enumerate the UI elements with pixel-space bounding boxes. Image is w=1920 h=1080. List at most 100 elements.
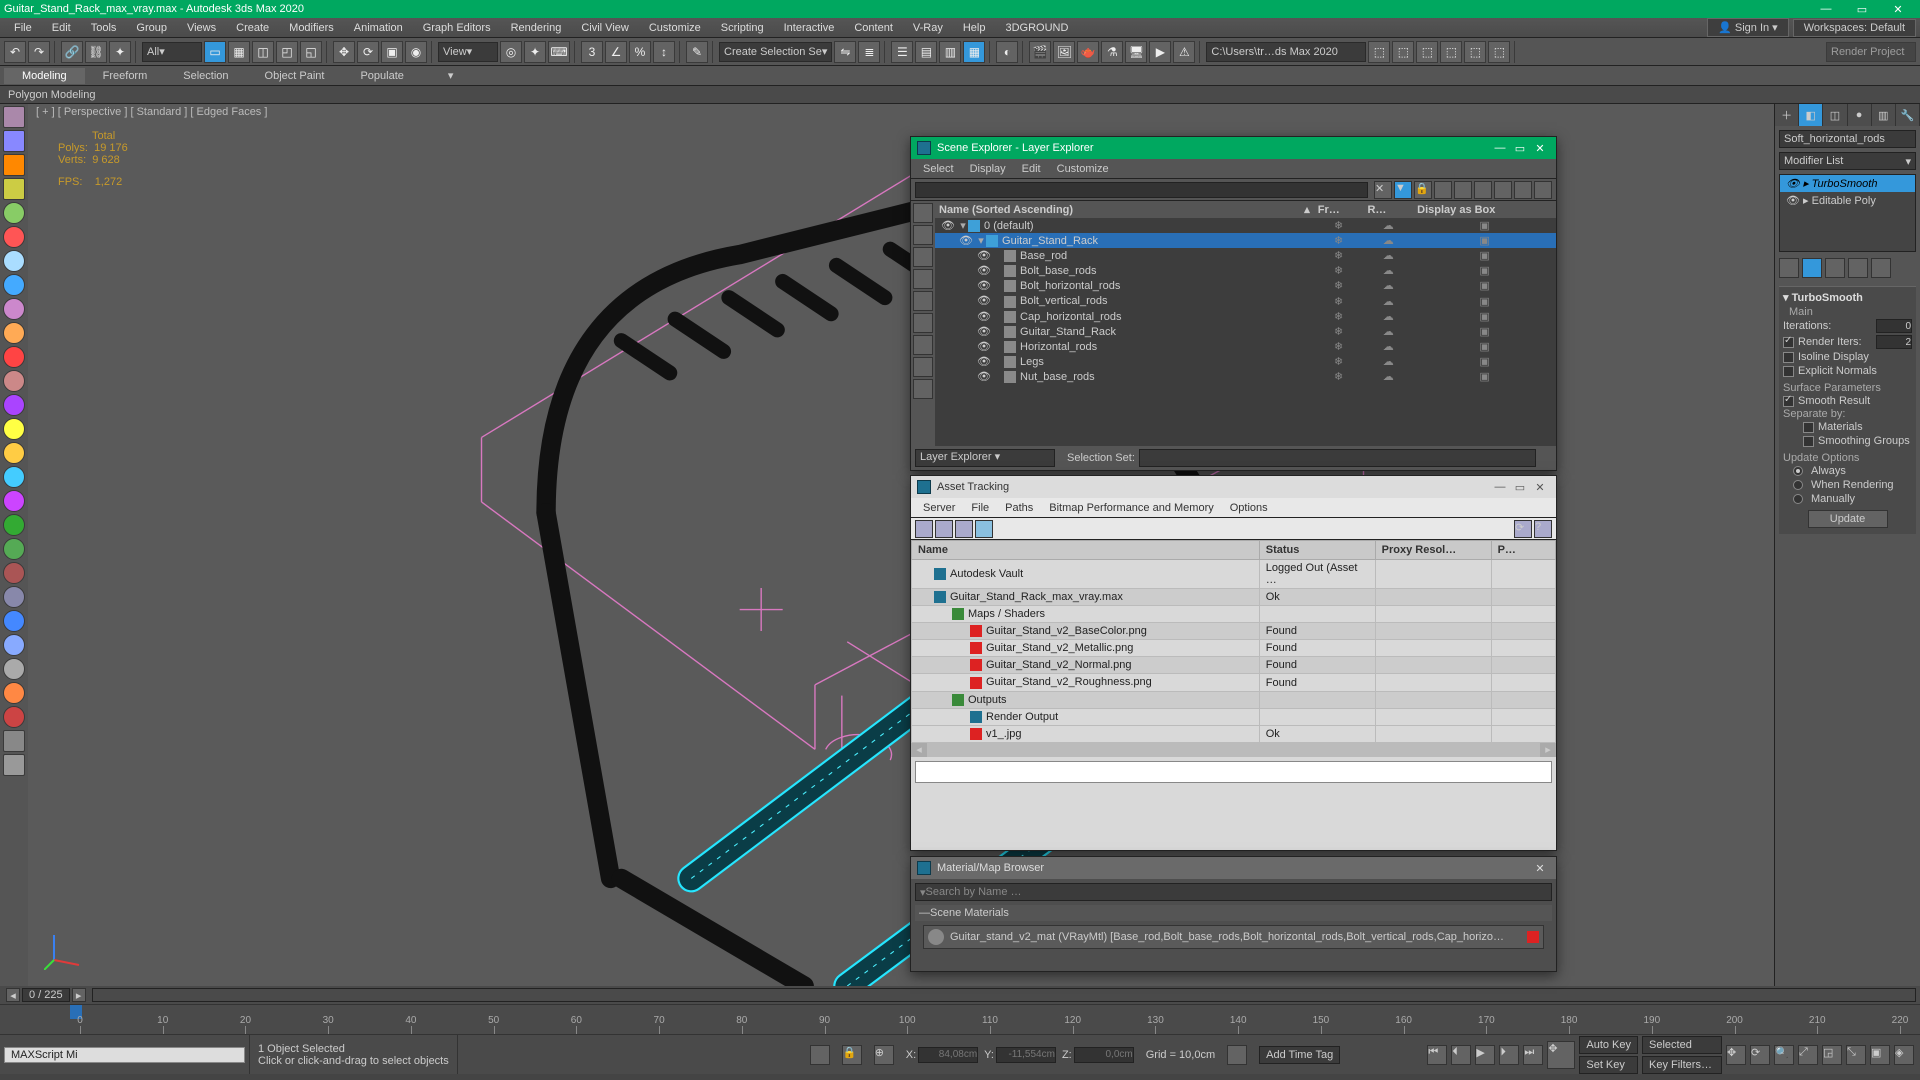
frame-next-button[interactable]: ▸ — [72, 988, 86, 1002]
kbd-button[interactable]: ⌨ — [548, 41, 570, 63]
frame-prev-button[interactable]: ◂ — [6, 988, 20, 1002]
se-col-fr[interactable]: Fr… — [1314, 201, 1364, 218]
at-menu-server[interactable]: Server — [915, 500, 963, 516]
se-row[interactable]: 👁 ▾0 (default)❄☁▣ — [935, 218, 1556, 233]
se-row[interactable]: 👁 Legs❄☁▣ — [935, 354, 1556, 369]
se-row[interactable]: 👁 Bolt_vertical_rods❄☁▣ — [935, 293, 1556, 308]
update-button[interactable]: Update — [1808, 510, 1888, 528]
frame-indicator[interactable]: 0 / 225 — [22, 988, 70, 1002]
modifier-list-drop[interactable]: Modifier List▾ — [1779, 152, 1916, 170]
se-layer-tb3[interactable] — [1474, 181, 1492, 199]
lvbar-btn-19[interactable] — [3, 562, 25, 584]
se-side-btn-0[interactable] — [913, 203, 933, 223]
at-row[interactable]: Render Output — [912, 708, 1556, 725]
pin-stack-button[interactable] — [1779, 258, 1799, 278]
menu-modifiers[interactable]: Modifiers — [279, 20, 344, 36]
goto-start-button[interactable]: ⏮ — [1427, 1045, 1447, 1065]
nav-min-max-button[interactable]: ▣ — [1870, 1045, 1890, 1065]
always-radio[interactable] — [1793, 466, 1803, 476]
vray-tb2[interactable]: ⬚ — [1392, 41, 1414, 63]
manip-button[interactable]: ✦ — [524, 41, 546, 63]
ang-snap-button[interactable]: ∠ — [605, 41, 627, 63]
iterations-field[interactable] — [1876, 319, 1912, 333]
se-col-name[interactable]: Name (Sorted Ascending) — [935, 201, 1283, 218]
se-layer-tb4[interactable] — [1494, 181, 1512, 199]
stack-item-turbosmooth[interactable]: 👁 ▸ TurboSmooth — [1780, 175, 1915, 192]
nav-zoom-button[interactable]: ⤢ — [1798, 1045, 1818, 1065]
workspace-selector[interactable]: Workspaces: Default — [1793, 19, 1916, 37]
se-side-btn-5[interactable] — [913, 313, 933, 333]
lvbar-btn-12[interactable] — [3, 394, 25, 416]
snap-toggle-button[interactable] — [1227, 1045, 1247, 1065]
mb-search[interactable]: ▾ Search by Name … — [915, 883, 1552, 901]
edit-ns-button[interactable]: ✎ — [686, 41, 708, 63]
lvbar-btn-27[interactable] — [3, 754, 25, 776]
lvbar-btn-24[interactable] — [3, 682, 25, 704]
se-layer-tb1[interactable] — [1434, 181, 1452, 199]
undo-button[interactable]: ↶ — [4, 41, 26, 63]
lvbar-btn-2[interactable] — [3, 154, 25, 176]
se-footer-label[interactable]: Layer Explorer ▾ — [915, 449, 1055, 467]
menu-tools[interactable]: Tools — [81, 20, 127, 36]
se-side-btn-7[interactable] — [913, 357, 933, 377]
nav-pan-button[interactable]: ✥ — [1726, 1045, 1746, 1065]
minimize-button[interactable]: — — [1808, 3, 1844, 15]
goto-end-button[interactable]: ⏭ — [1523, 1045, 1543, 1065]
at-menu-options[interactable]: Options — [1222, 500, 1276, 516]
lvbar-btn-7[interactable] — [3, 274, 25, 296]
lvbar-btn-23[interactable] — [3, 658, 25, 680]
smooth-chk[interactable] — [1783, 396, 1794, 407]
se-row[interactable]: 👁 Base_rod❄☁▣ — [935, 248, 1556, 263]
ribbon-object-paint[interactable]: Object Paint — [247, 68, 343, 84]
material-browser-panel[interactable]: Material/Map Browser ✕ ▾ Search by Name … — [910, 856, 1557, 972]
render-project-button[interactable]: Render Project — [1826, 42, 1916, 62]
at-row[interactable]: Autodesk VaultLogged Out (Asset … — [912, 560, 1556, 589]
menu-rendering[interactable]: Rendering — [501, 20, 572, 36]
whenrender-radio[interactable] — [1793, 480, 1803, 490]
at-row[interactable]: v1_.jpgOk — [912, 725, 1556, 742]
setkey-button[interactable]: Set Key — [1579, 1056, 1638, 1074]
play-button[interactable]: ▶ — [1475, 1045, 1495, 1065]
explicit-chk[interactable] — [1783, 366, 1794, 377]
menu-3dground[interactable]: 3DGROUND — [995, 20, 1078, 36]
lvbar-btn-25[interactable] — [3, 706, 25, 728]
lvbar-btn-26[interactable] — [3, 730, 25, 752]
at-row[interactable]: Guitar_Stand_v2_Normal.pngFound — [912, 657, 1556, 674]
at-row[interactable]: Guitar_Stand_Rack_max_vray.maxOk — [912, 589, 1556, 606]
at-titlebar[interactable]: Asset Tracking — ▭ ✕ — [911, 476, 1556, 498]
menu-civil-view[interactable]: Civil View — [571, 20, 638, 36]
menu-file[interactable]: File — [4, 20, 42, 36]
ribbon-modeling[interactable]: Modeling — [4, 68, 85, 84]
at-hscroll[interactable]: ◂▸ — [911, 743, 1556, 757]
x-field[interactable] — [918, 1047, 978, 1063]
menu-graph-editors[interactable]: Graph Editors — [413, 20, 501, 36]
lvbar-btn-11[interactable] — [3, 370, 25, 392]
layer-expl-button[interactable]: ☰ — [891, 41, 913, 63]
at-path-input[interactable] — [915, 761, 1552, 783]
signin-button[interactable]: 👤 Sign In ▾ — [1707, 18, 1789, 37]
se-row[interactable]: 👁 ▾Guitar_Stand_Rack❄☁▣ — [935, 233, 1556, 248]
tab-create[interactable]: ＋ — [1775, 104, 1799, 126]
se-menu-select[interactable]: Select — [915, 161, 962, 177]
se-row[interactable]: 👁 Guitar_Stand_Rack❄☁▣ — [935, 324, 1556, 339]
sgroups-chk[interactable] — [1803, 436, 1814, 447]
menu-group[interactable]: Group — [126, 20, 177, 36]
at-row[interactable]: Guitar_Stand_v2_BaseColor.pngFound — [912, 623, 1556, 640]
stack-item-editpoly[interactable]: 👁 ▸ Editable Poly — [1780, 192, 1915, 209]
menu-help[interactable]: Help — [953, 20, 996, 36]
lvbar-btn-14[interactable] — [3, 442, 25, 464]
next-frame-button[interactable]: ⏵ — [1499, 1045, 1519, 1065]
modifier-stack[interactable]: 👁 ▸ TurboSmooth 👁 ▸ Editable Poly — [1779, 174, 1916, 252]
filter-all-drop[interactable]: All ▾ — [142, 42, 202, 62]
mb-close-button[interactable]: ✕ — [1530, 862, 1550, 875]
at-row[interactable]: Outputs — [912, 691, 1556, 708]
materials-chk[interactable] — [1803, 422, 1814, 433]
lvbar-btn-13[interactable] — [3, 418, 25, 440]
curve-button[interactable]: ▥ — [939, 41, 961, 63]
render-button[interactable]: 🫖 — [1077, 41, 1099, 63]
vray-tb1[interactable]: ⬚ — [1368, 41, 1390, 63]
render-iters-field[interactable] — [1876, 335, 1912, 349]
prev-frame-button[interactable]: ⏴ — [1451, 1045, 1471, 1065]
timeline-track[interactable] — [92, 988, 1916, 1002]
render-active-button[interactable]: ▶ — [1149, 41, 1171, 63]
